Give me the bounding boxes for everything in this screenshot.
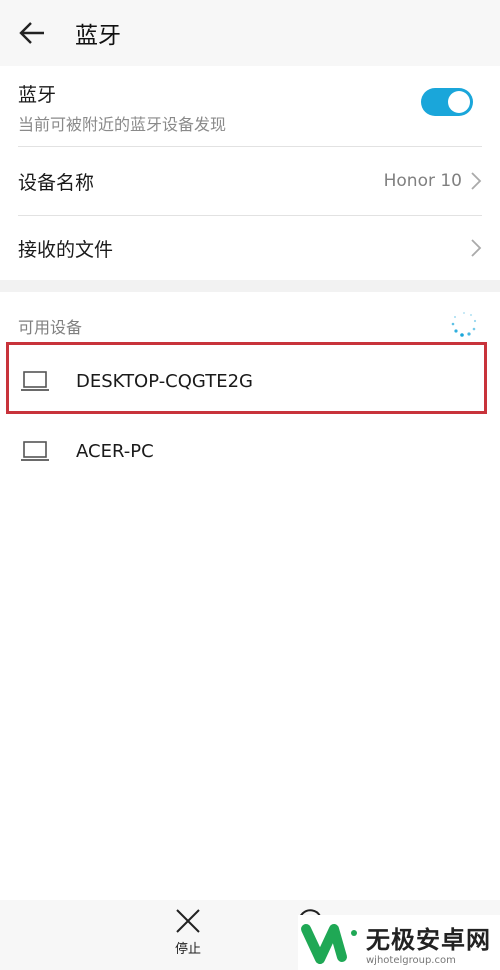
loading-spinner-icon [451,312,477,337]
laptop-icon [21,441,49,461]
device-name-label: 设备名称 [18,171,95,194]
header: 蓝牙 [0,0,500,66]
available-devices-header: 可用设备 [18,318,83,337]
arrow-left-icon [19,22,44,44]
device-name: ACER-PC [76,440,154,462]
section-gap [0,280,500,292]
watermark-url: wjhotelgroup.com [366,954,456,966]
bluetooth-toggle[interactable] [421,88,473,116]
bluetooth-subtitle: 当前可被附近的蓝牙设备发现 [18,115,227,134]
bluetooth-toggle-row[interactable]: 蓝牙 当前可被附近的蓝牙设备发现 [18,80,482,142]
device-name-value: Honor 10 [383,171,462,191]
device-item[interactable]: ACER-PC [0,418,500,484]
close-icon [176,909,200,933]
bluetooth-label: 蓝牙 [18,84,57,106]
received-files-row[interactable]: 接收的文件 [18,216,482,280]
chevron-right-icon [471,172,482,190]
device-name-row[interactable]: 设备名称 Honor 10 [18,147,482,215]
page-title: 蓝牙 [75,23,121,49]
back-button[interactable] [18,18,48,48]
watermark-logo: 无极安卓网 wjhotelgroup.com [298,915,500,970]
stop-button[interactable]: 停止 [158,908,218,957]
received-files-label: 接收的文件 [18,238,114,261]
stop-label: 停止 [174,942,201,957]
watermark-w-icon [301,923,357,964]
highlight-box [6,342,487,414]
watermark-title: 无极安卓网 [366,925,491,954]
toggle-knob [448,91,470,113]
chevron-right-icon [471,239,482,257]
